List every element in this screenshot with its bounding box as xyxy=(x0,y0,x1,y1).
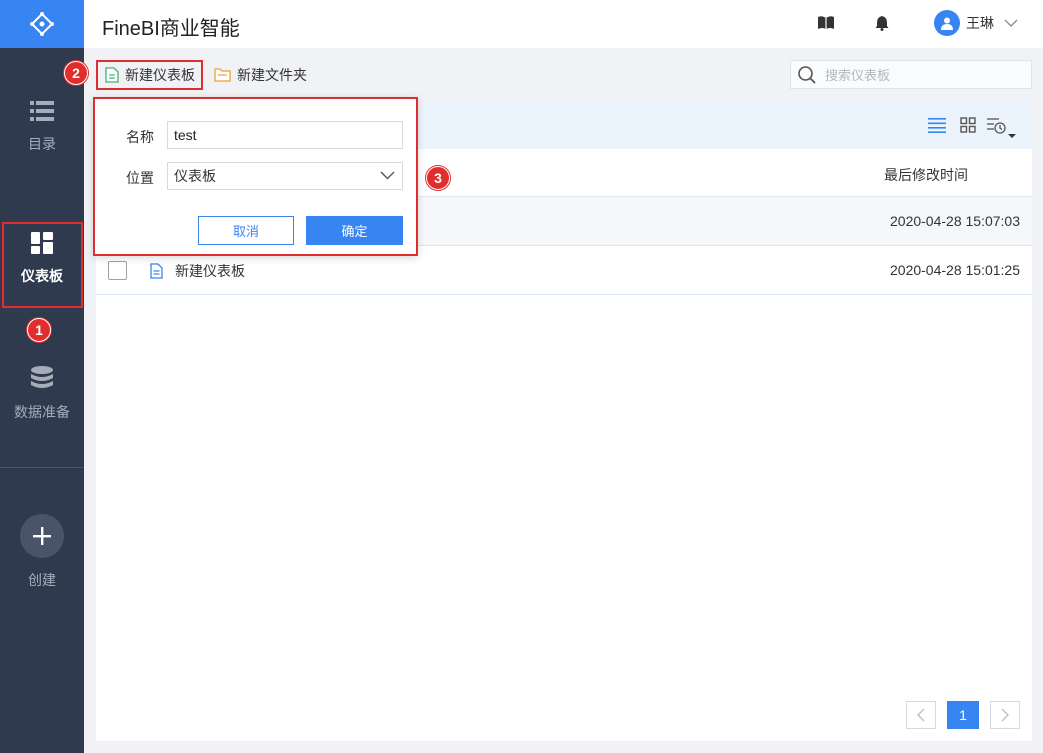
location-label: 位置 xyxy=(126,170,154,186)
new-dashboard-icon xyxy=(105,67,119,83)
sidebar-item-catalog[interactable]: 目录 xyxy=(0,100,84,154)
database-icon xyxy=(31,366,53,388)
chevron-left-icon xyxy=(917,708,925,722)
sidebar-divider xyxy=(0,467,84,468)
bell-icon[interactable] xyxy=(875,15,889,31)
dashboard-file-icon xyxy=(150,263,163,279)
column-header-modified[interactable]: 最后修改时间 xyxy=(884,165,968,185)
annotation-highlight-dashboard xyxy=(2,222,83,308)
avatar xyxy=(934,10,960,36)
confirm-button[interactable]: 确定 xyxy=(306,216,403,245)
user-menu[interactable]: 王琳 xyxy=(934,10,1018,36)
cancel-button[interactable]: 取消 xyxy=(198,216,294,245)
pagination-next-button[interactable] xyxy=(990,701,1020,729)
new-folder-label: 新建文件夹 xyxy=(237,67,307,83)
help-book-icon[interactable] xyxy=(817,15,835,31)
location-value: 仪表板 xyxy=(174,168,216,184)
sidebar-item-create[interactable]: 创建 xyxy=(0,514,84,590)
row-checkbox[interactable] xyxy=(108,261,127,280)
create-button[interactable] xyxy=(20,514,64,558)
sort-time-icon[interactable] xyxy=(986,117,1016,139)
row-modified-time: 2020-04-28 15:07:03 xyxy=(890,213,1020,229)
row-modified-time: 2020-04-28 15:01:25 xyxy=(890,262,1020,278)
chevron-right-icon xyxy=(1001,708,1009,722)
sidebar-item-label: 创建 xyxy=(28,572,56,588)
plus-icon xyxy=(33,527,51,545)
sidebar-item-label: 数据准备 xyxy=(14,404,70,420)
new-dashboard-popup: 名称 位置 仪表板 取消 确定 xyxy=(93,97,418,256)
new-dashboard-label: 新建仪表板 xyxy=(125,67,195,83)
annotation-marker: 3 xyxy=(426,166,450,190)
chevron-down-icon xyxy=(1004,19,1018,27)
annotation-marker-circle: 2 xyxy=(64,61,88,85)
sidebar: 目录 仪表板 数据准备 创建 1 xyxy=(0,0,84,753)
annotation-marker: 1 xyxy=(27,318,51,342)
row-name: 新建仪表板 xyxy=(175,263,245,279)
new-dashboard-button[interactable]: 新建仪表板 xyxy=(96,60,203,90)
location-select[interactable]: 仪表板 xyxy=(167,162,403,190)
app-title: FineBI商业智能 xyxy=(102,18,240,40)
pagination-prev-button[interactable] xyxy=(906,701,936,729)
search-box[interactable]: 搜索仪表板 xyxy=(790,60,1032,89)
search-icon xyxy=(798,65,816,84)
logo-icon xyxy=(30,12,54,36)
row-name-cell[interactable]: 新建仪表板 xyxy=(150,261,245,281)
name-input[interactable] xyxy=(167,121,403,149)
new-folder-button[interactable]: 新建文件夹 xyxy=(214,60,307,90)
logo[interactable] xyxy=(0,0,84,48)
sidebar-item-label: 目录 xyxy=(28,136,56,152)
list-view-icon[interactable] xyxy=(928,117,946,133)
sidebar-item-data-prep[interactable]: 数据准备 xyxy=(0,366,84,422)
pagination-current-page[interactable]: 1 xyxy=(947,701,979,729)
user-name: 王琳 xyxy=(966,15,994,31)
user-icon xyxy=(941,17,953,30)
name-label: 名称 xyxy=(126,129,154,145)
folder-icon xyxy=(214,68,231,82)
search-input[interactable]: 搜索仪表板 xyxy=(825,65,890,84)
chevron-down-icon xyxy=(380,171,395,180)
top-header: FineBI商业智能 王琳 xyxy=(84,0,1043,48)
grid-view-icon[interactable] xyxy=(960,117,976,133)
list-icon xyxy=(30,101,54,121)
